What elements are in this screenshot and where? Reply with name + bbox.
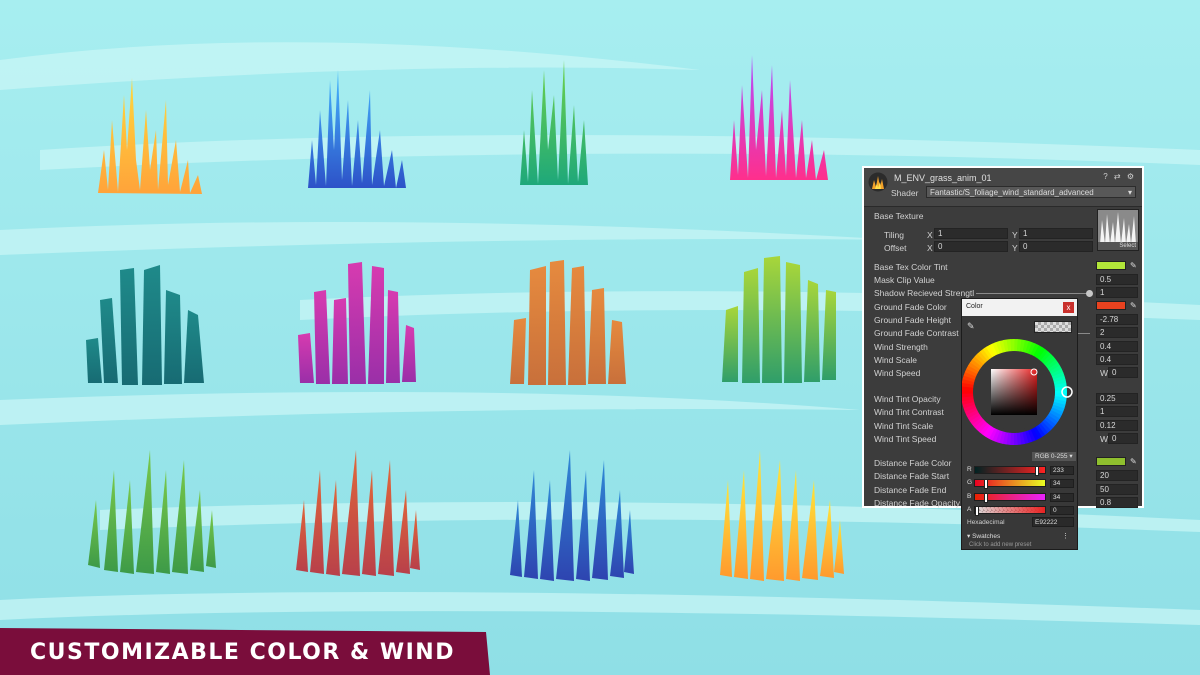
property-value-field[interactable]: 0.8: [1096, 497, 1138, 508]
slider-handle[interactable]: [1086, 290, 1093, 297]
offset-x-label: X: [927, 243, 933, 253]
color-preview-swatch: [1034, 321, 1072, 333]
color-wheel[interactable]: [962, 337, 1077, 449]
property-value-field[interactable]: 2: [1096, 327, 1138, 338]
more-options-icon[interactable]: ⋮: [1062, 532, 1069, 540]
channel-slider[interactable]: [974, 506, 1046, 516]
material-name: M_ENV_grass_anim_01: [894, 173, 992, 183]
channel-value-field[interactable]: 34: [1050, 479, 1074, 488]
property-value-field[interactable]: 0.5: [1096, 274, 1138, 285]
inspector-header-icons[interactable]: ? ⇄ ⚙: [1103, 172, 1136, 181]
property-value-field[interactable]: 0.4: [1096, 341, 1138, 352]
property-label: Wind Strength: [874, 342, 928, 352]
channel-slider[interactable]: [974, 466, 1046, 476]
property-label: Ground Fade Contrast: [874, 328, 959, 338]
vector-component-label: W: [1100, 368, 1109, 378]
material-flame-icon: [868, 172, 888, 192]
channel-slider-handle[interactable]: [983, 479, 988, 489]
color-picker-title: Color: [966, 303, 983, 310]
property-value-field[interactable]: 1: [1096, 287, 1138, 298]
color-picker-titlebar: Color x: [962, 299, 1077, 316]
property-label: Wind Tint Scale: [874, 421, 934, 431]
chevron-down-icon: ▾: [1127, 188, 1132, 197]
property-label: Distance Fade Opacity: [874, 498, 960, 508]
tiling-x-field[interactable]: 1: [934, 228, 1008, 239]
color-swatch[interactable]: [1096, 301, 1126, 310]
property-value-field[interactable]: 1: [1096, 406, 1138, 417]
swatches-toggle[interactable]: ▾ Swatches: [967, 532, 1000, 540]
property-value-field[interactable]: 0.4: [1096, 354, 1138, 365]
channel-label: B: [967, 493, 972, 500]
property-label: Ground Fade Color: [874, 302, 947, 312]
property-label: Wind Tint Contrast: [874, 407, 944, 417]
property-label: Wind Tint Opacity: [874, 394, 941, 404]
base-texture-thumbnail[interactable]: Select: [1097, 209, 1139, 251]
property-label: Distance Fade Color: [874, 458, 952, 468]
property-value-field[interactable]: 0: [1108, 433, 1138, 444]
eyedropper-icon[interactable]: ✎: [967, 321, 975, 332]
eyedropper-icon[interactable]: ✎: [1130, 261, 1139, 270]
tiling-label: Tiling: [884, 230, 904, 240]
offset-x-field[interactable]: 0: [934, 241, 1008, 252]
color-swatch[interactable]: [1096, 457, 1126, 466]
channel-label: G: [967, 479, 973, 486]
property-value-field[interactable]: 0.25: [1096, 393, 1138, 404]
inspector-header: M_ENV_grass_anim_01 ? ⇄ ⚙ Shader Fantast…: [864, 168, 1142, 207]
property-value-field[interactable]: -2.78: [1096, 314, 1138, 325]
property-value-field[interactable]: 0: [1108, 367, 1138, 378]
channel-slider-handle[interactable]: [983, 493, 988, 503]
add-preset-button[interactable]: Click to add new preset: [969, 542, 1031, 548]
property-value-field[interactable]: 0.12: [1096, 420, 1138, 431]
property-label: Mask Clip Value: [874, 275, 935, 285]
property-label: Base Tex Color Tint: [874, 262, 948, 272]
shader-label: Shader: [891, 188, 919, 198]
eyedropper-icon[interactable]: ✎: [1130, 457, 1139, 466]
property-label: Wind Speed: [874, 368, 921, 378]
hex-input[interactable]: E92222: [1032, 517, 1074, 527]
property-label: Shadow Recieved Strengtl: [874, 288, 975, 298]
eyedropper-icon[interactable]: ✎: [1130, 301, 1139, 310]
channel-value-field[interactable]: 233: [1050, 466, 1074, 475]
property-label: Wind Scale: [874, 355, 917, 365]
close-icon[interactable]: x: [1063, 302, 1074, 313]
channel-label: R: [967, 466, 972, 473]
channel-label: A: [967, 506, 972, 513]
property-value-field[interactable]: 20: [1096, 470, 1138, 481]
property-label: Wind Tint Speed: [874, 434, 937, 444]
channel-slider[interactable]: [974, 479, 1046, 489]
color-swatch[interactable]: [1096, 261, 1126, 270]
channel-slider-handle[interactable]: [1035, 466, 1040, 476]
offset-y-field[interactable]: 0: [1019, 241, 1093, 252]
offset-y-label: Y: [1012, 243, 1018, 253]
tiling-y-label: Y: [1012, 230, 1018, 240]
banner-title: CUSTOMIZABLE COLOR & WIND: [30, 640, 455, 665]
channel-slider-handle[interactable]: [975, 506, 979, 516]
channel-value-field[interactable]: 34: [1050, 493, 1074, 502]
shader-dropdown[interactable]: Fantastic/S_foliage_wind_standard_advanc…: [926, 186, 1136, 198]
color-mode-dropdown[interactable]: RGB 0-255 ▾: [1032, 452, 1076, 461]
channel-slider[interactable]: [974, 493, 1046, 503]
slider-track[interactable]: [976, 293, 1090, 294]
offset-label: Offset: [884, 243, 907, 253]
tiling-x-label: X: [927, 230, 933, 240]
texture-select-button[interactable]: Select: [1098, 242, 1138, 250]
base-texture-label: Base Texture: [874, 211, 924, 221]
property-label: Distance Fade Start: [874, 471, 950, 481]
grass-texture-preview: [1098, 210, 1138, 244]
property-label: Ground Fade Height: [874, 315, 952, 325]
property-value-field[interactable]: 50: [1096, 484, 1138, 495]
vector-component-label: W: [1100, 434, 1109, 444]
channel-value-field[interactable]: 0: [1050, 506, 1074, 515]
color-picker-window: Color x ✎ RGB 0-255 ▾ R 233 G 34 B 34 A 0 Hexad…: [961, 298, 1078, 550]
tiling-y-field[interactable]: 1: [1019, 228, 1093, 239]
shader-value: Fantastic/S_foliage_wind_standard_advanc…: [930, 188, 1094, 197]
property-label: Distance Fade End: [874, 485, 947, 495]
hex-label: Hexadecimal: [967, 519, 1005, 526]
